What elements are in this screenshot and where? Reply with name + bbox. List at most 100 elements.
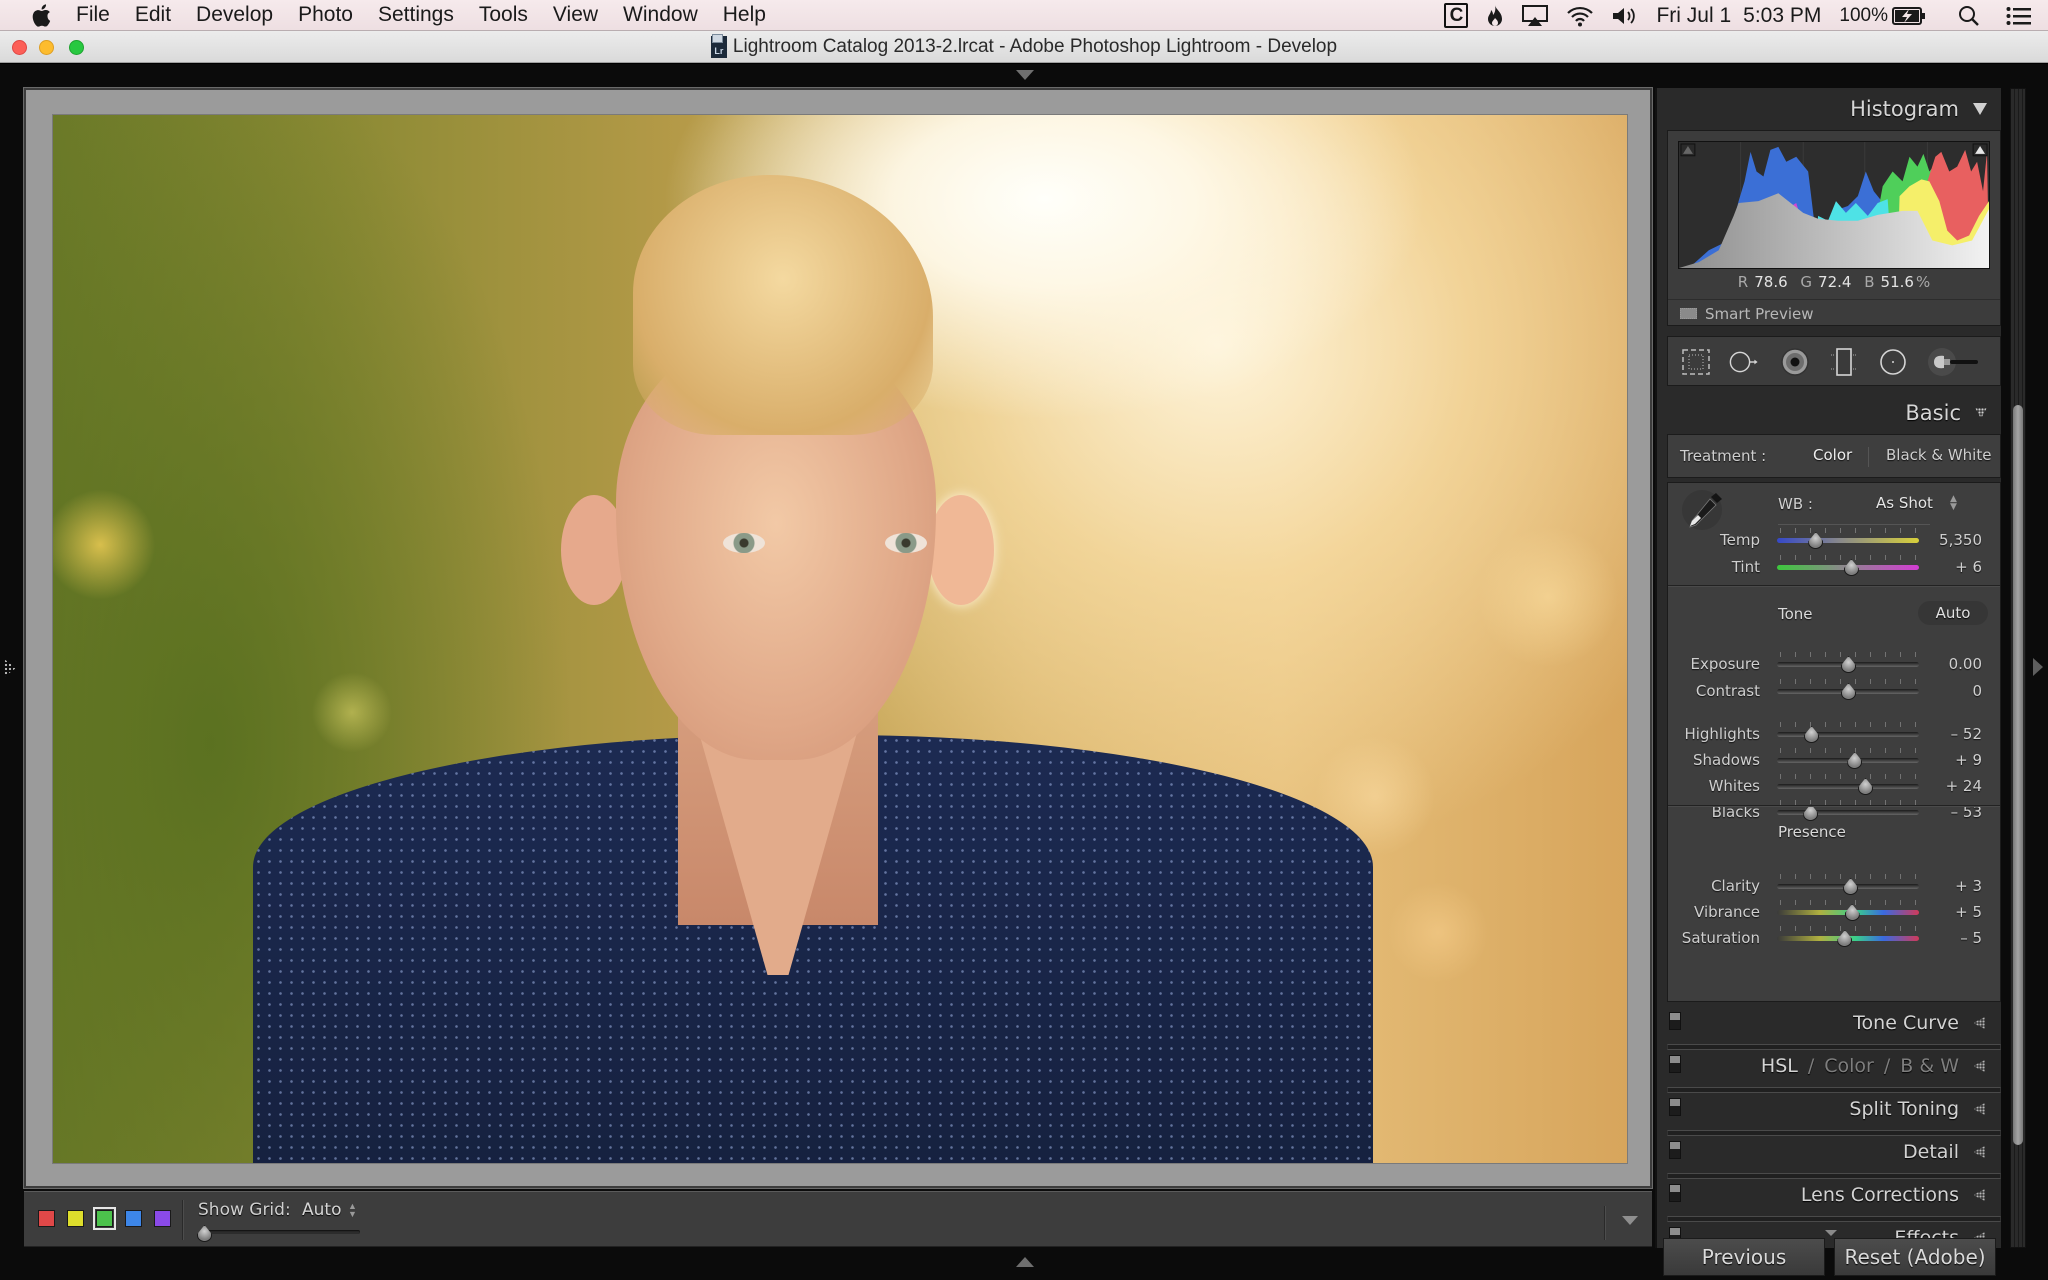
previous-button[interactable]: Previous [1663, 1238, 1825, 1276]
right-panel-scrollbar[interactable] [2010, 88, 2026, 1248]
graduated-filter-icon[interactable] [1828, 347, 1860, 377]
temp-slider[interactable] [1777, 538, 1919, 543]
treatment-color-option[interactable]: Color [1813, 446, 1852, 464]
reset-button[interactable]: Reset (Adobe) [1834, 1238, 1996, 1276]
split-toning-header[interactable]: Split Toning [1657, 1088, 2001, 1130]
menu-help[interactable]: Help [723, 3, 766, 27]
notification-center-icon[interactable] [2006, 6, 2032, 26]
apple-menu-icon[interactable] [30, 3, 52, 27]
menu-view[interactable]: View [553, 3, 598, 27]
clarity-value[interactable]: + 3 [1955, 877, 1982, 895]
blacks-slider[interactable] [1777, 810, 1919, 815]
wb-select-arrows-icon[interactable]: ▲ ▼ [1950, 495, 1957, 512]
flame-icon[interactable] [1486, 4, 1504, 28]
highlights-slider[interactable] [1777, 732, 1919, 737]
grid-size-slider-thumb[interactable] [197, 1225, 212, 1242]
color-label-purple[interactable] [154, 1210, 171, 1227]
color-tab[interactable]: Color [1824, 1055, 1874, 1077]
white-balance-eyedropper-icon[interactable] [1680, 489, 1726, 535]
color-label-blue[interactable] [125, 1210, 142, 1227]
menu-develop[interactable]: Develop [196, 3, 273, 27]
tone-curve-header[interactable]: Tone Curve [1657, 1002, 2001, 1044]
exposure-value[interactable]: 0.00 [1949, 655, 1982, 673]
tone-curve-toggle[interactable] [1669, 1012, 1681, 1030]
tint-value[interactable]: + 6 [1955, 558, 1982, 576]
window-close-button[interactable] [12, 40, 27, 55]
vibrance-slider-thumb[interactable] [1844, 904, 1860, 921]
solo-collapse-icon[interactable] [1975, 407, 1987, 419]
split-toning-toggle[interactable] [1669, 1098, 1681, 1116]
volume-icon[interactable] [1612, 6, 1638, 26]
treatment-bw-option[interactable]: Black & White [1886, 446, 1991, 464]
whites-slider-thumb[interactable] [1858, 778, 1874, 795]
adjustment-brush-icon[interactable] [1928, 347, 1982, 377]
saturation-value[interactable]: – 5 [1960, 929, 1982, 947]
exposure-slider-thumb[interactable] [1841, 656, 1856, 673]
spotlight-search-icon[interactable] [1958, 5, 1980, 27]
radial-filter-icon[interactable] [1877, 347, 1909, 377]
detail-header[interactable]: Detail [1657, 1131, 2001, 1173]
bw-tab[interactable]: B & W [1900, 1055, 1959, 1077]
clock-time[interactable]: 5:03 PM [1743, 4, 1821, 28]
menu-edit[interactable]: Edit [135, 3, 171, 27]
wb-select[interactable]: As Shot [1876, 494, 1933, 512]
whites-value[interactable]: + 24 [1946, 777, 1982, 795]
collapse-triangle-icon[interactable] [1973, 103, 1987, 115]
select-arrows-icon[interactable]: ▲ ▼ [348, 1202, 357, 1219]
menu-settings[interactable]: Settings [378, 3, 454, 27]
contrast-value[interactable]: 0 [1972, 682, 1982, 700]
airplay-icon[interactable] [1522, 4, 1549, 27]
hsl-header[interactable]: HSL / Color / B & W [1657, 1045, 2001, 1087]
expand-triangle-icon[interactable] [1973, 1189, 1985, 1201]
photo-preview[interactable] [52, 114, 1628, 1164]
battery-percent[interactable]: 100% [1839, 5, 1888, 27]
histogram-header[interactable]: Histogram [1657, 88, 2001, 130]
whites-slider[interactable] [1777, 784, 1919, 789]
smart-preview-status[interactable]: Smart Preview [1668, 299, 2000, 327]
crop-overlay-icon[interactable] [1680, 347, 1712, 377]
basic-header[interactable]: Basic [1657, 392, 2001, 434]
battery-charging-icon[interactable] [1892, 6, 1926, 26]
vibrance-value[interactable]: + 5 [1955, 903, 1982, 921]
color-label-yellow[interactable] [67, 1210, 84, 1227]
hsl-tab[interactable]: HSL [1761, 1055, 1798, 1077]
shadows-value[interactable]: + 9 [1955, 751, 1982, 769]
color-label-red[interactable] [38, 1210, 55, 1227]
temp-value[interactable]: 5,350 [1939, 531, 1982, 549]
top-panel-toggle-icon[interactable] [1016, 70, 1034, 80]
auto-tone-button[interactable]: Auto [1918, 601, 1988, 625]
expand-triangle-icon[interactable] [1973, 1017, 1985, 1029]
expand-triangle-icon[interactable] [1973, 1146, 1985, 1158]
hsl-toggle[interactable] [1669, 1055, 1681, 1073]
window-zoom-button[interactable] [69, 40, 84, 55]
red-eye-correction-icon[interactable] [1779, 347, 1811, 377]
highlights-value[interactable]: – 52 [1951, 725, 1982, 743]
window-minimize-button[interactable] [39, 40, 54, 55]
clarity-slider-thumb[interactable] [1843, 878, 1859, 895]
temp-slider-thumb[interactable] [1808, 532, 1824, 549]
expand-triangle-icon[interactable] [1973, 1103, 1985, 1115]
filmstrip-toggle-icon[interactable] [1016, 1257, 1034, 1267]
lens-corrections-header[interactable]: Lens Corrections [1657, 1174, 2001, 1216]
toolbar-content-menu-icon[interactable] [1622, 1216, 1638, 1225]
wifi-icon[interactable] [1566, 5, 1594, 27]
left-panel-toggle-icon[interactable] [4, 659, 16, 677]
menu-file[interactable]: File [76, 3, 110, 27]
menu-tools[interactable]: Tools [479, 3, 528, 27]
detail-toggle[interactable] [1669, 1141, 1681, 1159]
c-status-icon[interactable]: C [1444, 3, 1469, 28]
show-grid-select[interactable]: Auto [302, 1200, 341, 1220]
contrast-slider-thumb[interactable] [1841, 683, 1856, 700]
lens-corrections-toggle[interactable] [1669, 1184, 1681, 1202]
expand-triangle-icon[interactable] [1973, 1060, 1985, 1072]
image-canvas[interactable] [23, 87, 1653, 1189]
spot-removal-icon[interactable] [1728, 347, 1760, 377]
menu-window[interactable]: Window [623, 3, 698, 27]
grid-size-slider[interactable] [204, 1230, 360, 1234]
clock-date[interactable]: Fri Jul 1 [1656, 4, 1731, 28]
menu-photo[interactable]: Photo [298, 3, 353, 27]
scrollbar-thumb[interactable] [2013, 405, 2023, 1145]
histogram-graph[interactable] [1678, 141, 1990, 269]
color-label-green[interactable] [93, 1207, 116, 1230]
shadows-slider-thumb[interactable] [1847, 752, 1863, 769]
